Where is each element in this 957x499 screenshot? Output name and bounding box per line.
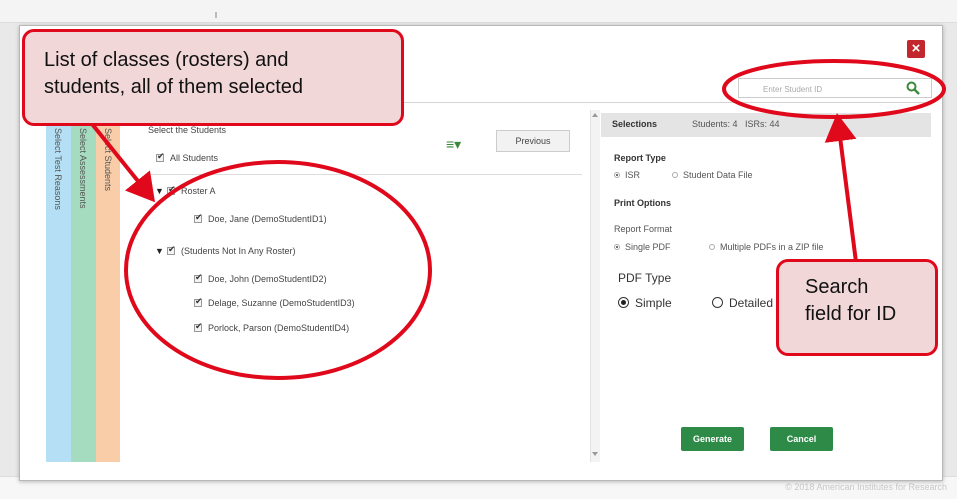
student-row[interactable]: Delage, Suzanne (DemoStudentID3) bbox=[194, 296, 355, 308]
browser-top-bar bbox=[0, 0, 957, 23]
tab-label: 1. Select Test Reasons bbox=[53, 118, 63, 210]
search-input[interactable] bbox=[739, 79, 925, 99]
list-header: Select the Students bbox=[148, 125, 227, 135]
option-label: Simple bbox=[635, 296, 672, 310]
scroll-up-icon[interactable] bbox=[592, 113, 598, 117]
tab-select-students[interactable]: 3. Select Students bbox=[96, 110, 120, 462]
pdf-type-simple[interactable]: Simple bbox=[618, 296, 672, 310]
callout-line: Search bbox=[805, 276, 869, 298]
checkbox[interactable] bbox=[194, 321, 203, 332]
radio-button[interactable] bbox=[614, 244, 620, 250]
student-row[interactable]: Doe, Jane (DemoStudentID1) bbox=[194, 212, 327, 224]
search-icon[interactable] bbox=[905, 80, 921, 96]
student-name: Porlock, Parson (DemoStudentID4) bbox=[208, 323, 350, 333]
roster-row[interactable]: ▼ (Students Not In Any Roster) bbox=[155, 244, 296, 256]
pdf-type-detailed[interactable]: Detailed bbox=[712, 296, 773, 310]
roster-row[interactable]: ▼ Roster A bbox=[155, 184, 216, 196]
checkbox[interactable] bbox=[194, 296, 203, 307]
option-label: Student Data File bbox=[683, 170, 753, 180]
close-button[interactable]: × bbox=[907, 40, 925, 58]
scroll-down-icon[interactable] bbox=[592, 452, 598, 456]
tab-select-assessments[interactable]: 2. Select Assessments bbox=[71, 110, 96, 462]
expand-arrow-icon[interactable]: ▼ bbox=[155, 186, 167, 196]
previous-button[interactable]: Previous bbox=[496, 130, 570, 152]
report-type-isr[interactable]: ISR bbox=[614, 170, 640, 180]
option-label: Detailed bbox=[729, 296, 774, 310]
radio-button[interactable] bbox=[614, 172, 620, 178]
student-row[interactable]: Porlock, Parson (DemoStudentID4) bbox=[194, 321, 350, 333]
report-type-data-file[interactable]: Student Data File bbox=[672, 170, 753, 180]
all-students-label: All Students bbox=[170, 153, 219, 163]
checkbox[interactable] bbox=[167, 184, 176, 195]
report-type-label: Report Type bbox=[614, 153, 666, 163]
callout-list-description: List of classes (rosters) and students, … bbox=[22, 29, 404, 126]
callout-line: students, all of them selected bbox=[44, 76, 304, 98]
radio-button[interactable] bbox=[618, 297, 629, 308]
report-format-label: Report Format bbox=[614, 224, 673, 234]
format-multiple-pdfs[interactable]: Multiple PDFs in a ZIP file bbox=[709, 242, 823, 252]
callout-line: field for ID bbox=[805, 303, 897, 325]
pdf-type-label: PDF Type bbox=[618, 271, 672, 285]
radio-button[interactable] bbox=[712, 297, 723, 308]
print-options-label: Print Options bbox=[614, 198, 671, 208]
checkbox[interactable] bbox=[156, 151, 165, 162]
option-label: ISR bbox=[625, 170, 641, 180]
cancel-button[interactable]: Cancel bbox=[770, 427, 833, 451]
option-label: Multiple PDFs in a ZIP file bbox=[720, 242, 824, 252]
student-name: Delage, Suzanne (DemoStudentID3) bbox=[208, 298, 355, 308]
students-count: Students: 4 bbox=[692, 119, 738, 129]
tab-label: 3. Select Students bbox=[103, 118, 113, 192]
radio-button[interactable] bbox=[672, 172, 678, 178]
roster-name: (Students Not In Any Roster) bbox=[181, 246, 296, 256]
checkbox[interactable] bbox=[167, 244, 176, 255]
callout-search-description: Search field for ID bbox=[776, 259, 938, 356]
student-row[interactable]: Doe, John (DemoStudentID2) bbox=[194, 272, 327, 284]
student-id-search[interactable] bbox=[738, 78, 932, 99]
footer-text: © 2018 American Institutes for Research bbox=[785, 482, 947, 492]
student-name: Doe, John (DemoStudentID2) bbox=[208, 274, 327, 284]
checkbox[interactable] bbox=[194, 272, 203, 283]
callout-line: List of classes (rosters) and bbox=[44, 49, 289, 71]
isrs-count: ISRs: 44 bbox=[745, 119, 780, 129]
selections-title: Selections bbox=[612, 119, 658, 129]
list-scrollbar[interactable] bbox=[590, 110, 600, 462]
radio-button[interactable] bbox=[709, 244, 715, 250]
format-single-pdf[interactable]: Single PDF bbox=[614, 242, 671, 252]
option-label: Single PDF bbox=[625, 242, 671, 252]
tab-select-test-reasons[interactable]: 1. Select Test Reasons bbox=[46, 110, 71, 462]
generate-button[interactable]: Generate bbox=[681, 427, 744, 451]
roster-name: Roster A bbox=[181, 186, 216, 196]
list-divider bbox=[148, 174, 582, 175]
background-tick bbox=[215, 12, 217, 18]
all-students-row[interactable]: All Students bbox=[156, 151, 219, 163]
student-name: Doe, Jane (DemoStudentID1) bbox=[208, 214, 327, 224]
tab-label: 2. Select Assessments bbox=[78, 118, 88, 209]
expand-arrow-icon[interactable]: ▼ bbox=[155, 246, 167, 256]
list-menu-icon[interactable]: ≡▾ bbox=[446, 137, 474, 151]
checkbox[interactable] bbox=[194, 212, 203, 223]
